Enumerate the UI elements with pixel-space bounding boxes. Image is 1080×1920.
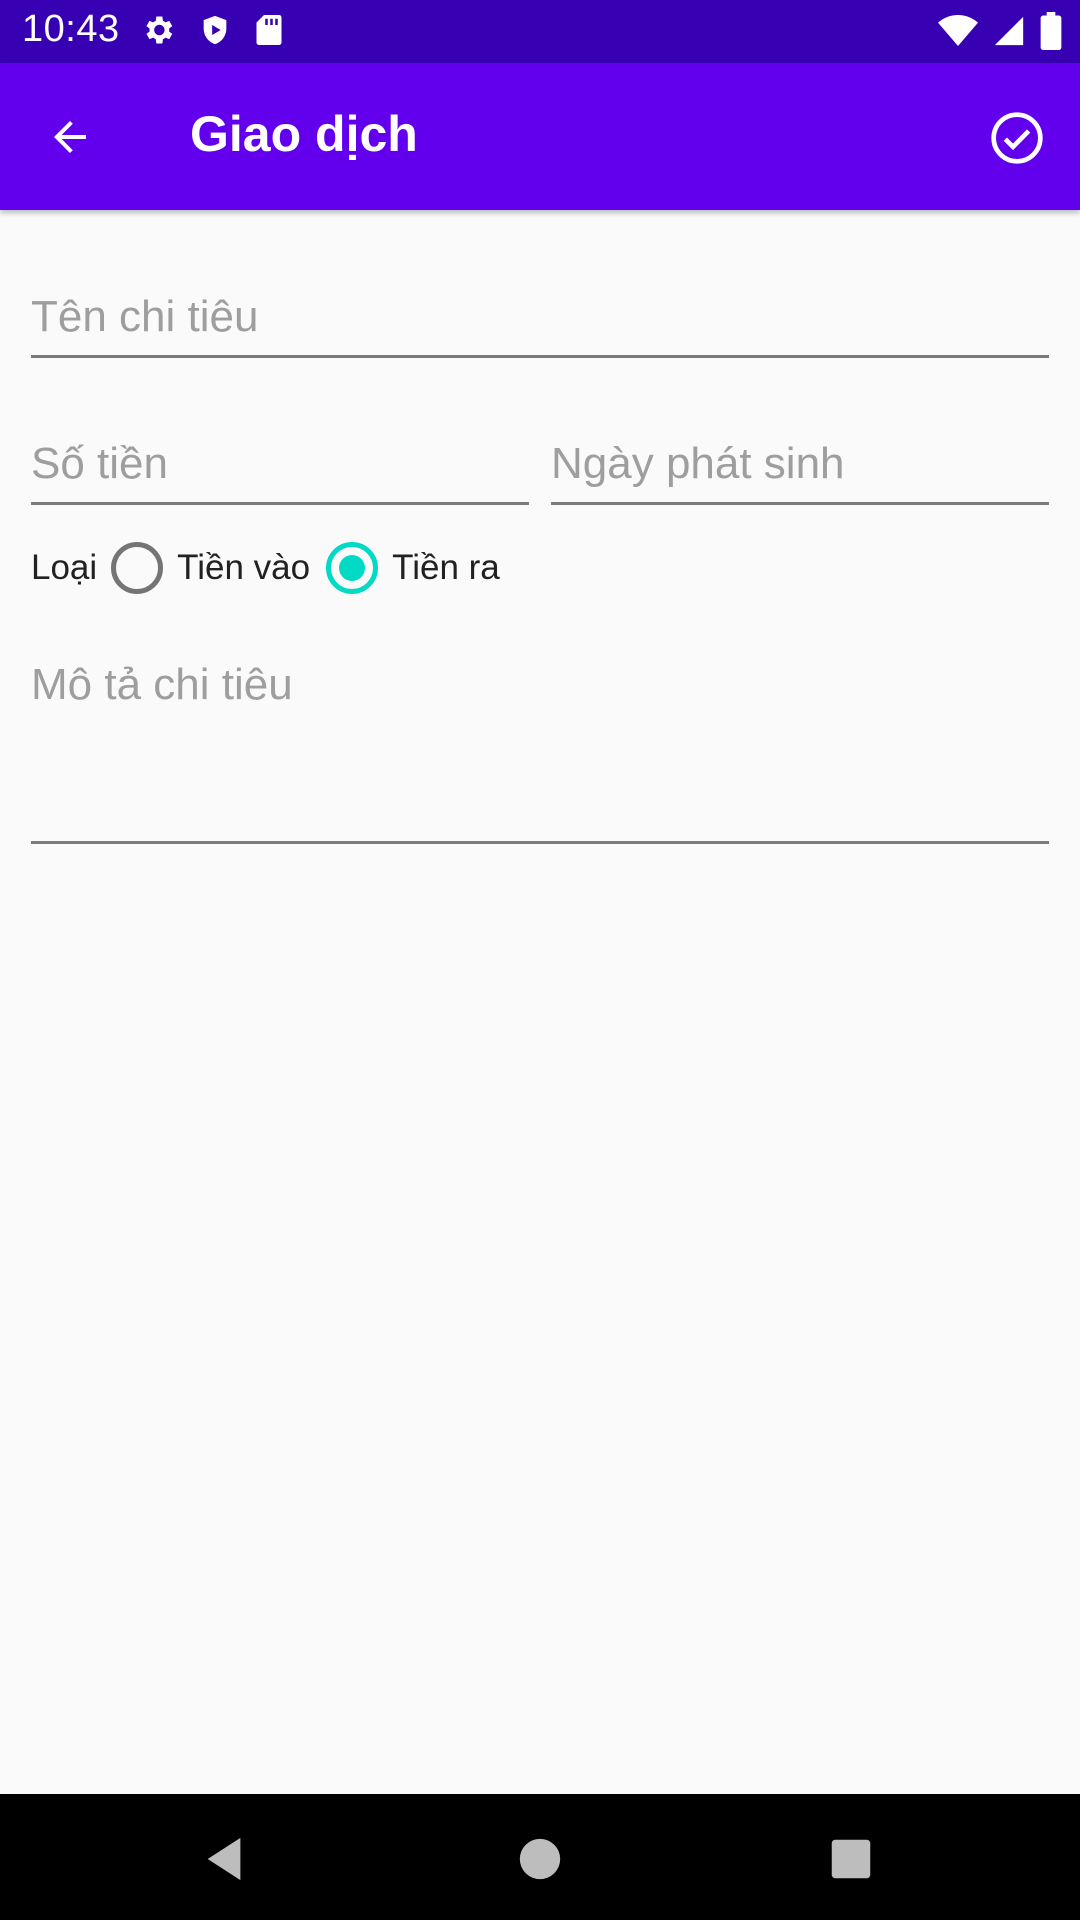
amount-input[interactable] <box>31 432 529 496</box>
page-title: Giao dịch <box>190 106 418 162</box>
description-field <box>31 660 1049 845</box>
shield-icon <box>198 12 232 48</box>
description-underline <box>31 841 1049 844</box>
arrow-back-icon <box>54 121 86 153</box>
expense-name-field <box>31 285 1049 360</box>
date-underline <box>551 502 1049 505</box>
battery-icon <box>1040 12 1062 50</box>
radio-income-label[interactable]: Tiền vào <box>177 548 310 588</box>
date-field <box>551 432 1049 507</box>
app-bar: Giao dịch <box>0 63 1080 210</box>
nav-home-button[interactable] <box>505 1824 575 1894</box>
radio-income[interactable]: Tiền vào <box>111 541 310 594</box>
status-icons-left <box>140 12 284 48</box>
radio-expense[interactable]: Tiền ra <box>326 541 500 594</box>
signal-icon <box>992 13 1026 49</box>
nav-recents-button[interactable] <box>816 1824 886 1894</box>
amount-underline <box>31 502 529 505</box>
expense-name-input[interactable] <box>31 285 1049 349</box>
wifi-icon <box>938 13 978 49</box>
description-input[interactable] <box>31 660 1049 820</box>
confirm-button[interactable] <box>982 103 1052 173</box>
screen: 10:43 Giao dịch Tên chi tiêu Số tiền Ngà… <box>0 0 1080 1920</box>
radio-income-circle[interactable] <box>111 541 164 594</box>
status-icons-right <box>938 12 1062 50</box>
nav-recents-icon <box>831 1839 871 1879</box>
nav-home-icon <box>519 1838 561 1880</box>
radio-expense-label[interactable]: Tiền ra <box>392 548 500 588</box>
settings-icon <box>140 12 176 48</box>
type-label: Loại <box>31 547 98 587</box>
status-time: 10:43 <box>22 8 120 50</box>
type-radio-group: Loại Tiền vào Tiền ra <box>31 535 516 600</box>
amount-field <box>31 432 529 507</box>
date-input[interactable] <box>551 432 1049 496</box>
navigation-bar <box>0 1794 1080 1920</box>
radio-expense-circle[interactable] <box>326 541 379 594</box>
check-circle-icon <box>991 112 1043 164</box>
sd-card-icon <box>254 12 284 48</box>
expense-name-underline <box>31 355 1049 358</box>
back-button[interactable] <box>36 103 104 171</box>
nav-back-button[interactable] <box>190 1824 260 1894</box>
status-bar: 10:43 <box>0 0 1080 63</box>
nav-back-icon <box>207 1837 241 1881</box>
